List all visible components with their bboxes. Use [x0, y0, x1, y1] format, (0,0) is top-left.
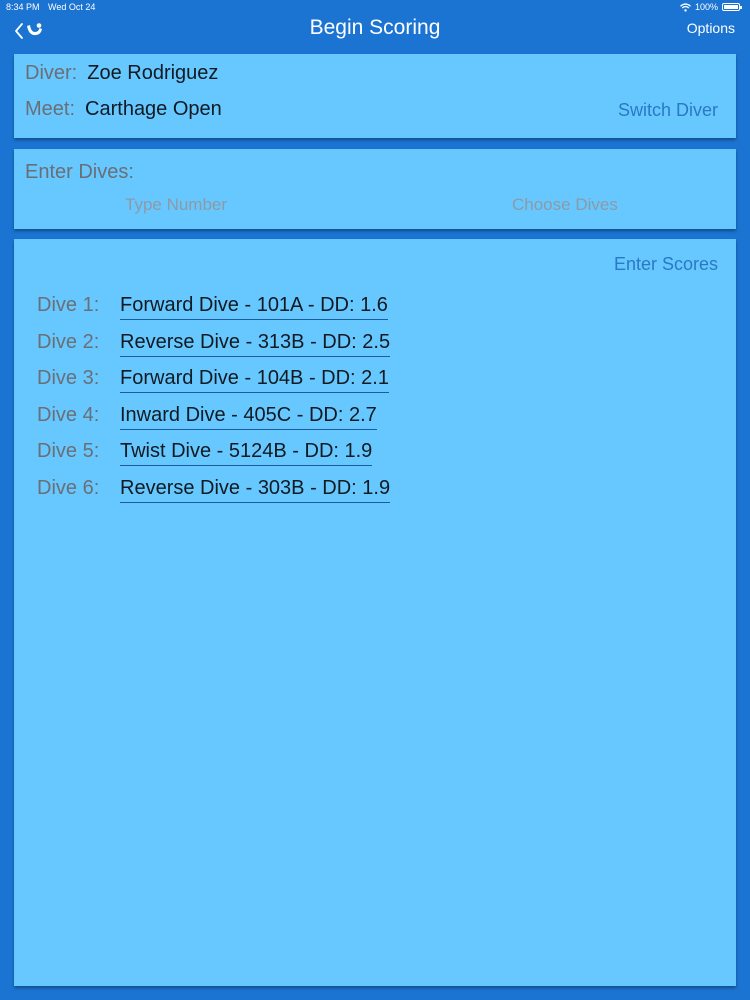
enter-scores-button[interactable]: Enter Scores	[614, 254, 718, 275]
meet-name: Carthage Open	[85, 98, 222, 120]
battery-percent: 100%	[694, 2, 718, 12]
dive-description-link[interactable]: Forward Dive - 101A - DD: 1.6	[120, 294, 388, 320]
enter-dives-label: Enter Dives:	[25, 161, 134, 183]
dive-description-link[interactable]: Forward Dive - 104B - DD: 2.1	[120, 367, 389, 394]
dive-description-link[interactable]: Twist Dive - 5124B - DD: 1.9	[120, 440, 373, 467]
diver-panel: Diver: Zoe Rodriguez Meet: Carthage Open S…	[14, 54, 736, 138]
dive-list: Dive 1: Forward Dive - 101A - DD: 1.6 Di…	[37, 294, 391, 514]
wifi-icon	[680, 2, 691, 12]
switch-diver-button[interactable]: Switch Diver	[618, 100, 718, 121]
status-bar: 8:34 PM Wed Oct 24 100%	[0, 0, 750, 14]
diver-name: Zoe Rodriguez	[87, 62, 219, 84]
dive-number-label: Dive 2:	[37, 330, 100, 353]
status-date: Wed Oct 24	[48, 2, 96, 12]
diver-label: Diver:	[25, 62, 78, 84]
options-button[interactable]: Options	[687, 20, 735, 36]
status-time: 8:34 PM	[6, 2, 40, 12]
dive-row-4: Dive 4: Inward Dive - 405C - DD: 2.7	[37, 404, 390, 441]
dive-number-label: Dive 1:	[37, 294, 100, 316]
page-title: Begin Scoring	[309, 16, 441, 39]
dive-row-2: Dive 2: Reverse Dive - 313B - DD: 2.5	[37, 330, 391, 368]
meet-row: Meet: Carthage Open	[25, 98, 222, 121]
meet-label: Meet:	[25, 98, 76, 120]
dive-description-link[interactable]: Inward Dive - 405C - DD: 2.7	[120, 404, 377, 430]
dive-description-link[interactable]: Reverse Dive - 303B - DD: 1.9	[120, 477, 391, 503]
dive-number-label: Dive 3:	[37, 367, 100, 390]
dive-row-5: Dive 5: Twist Dive - 5124B - DD: 1.9	[37, 440, 390, 477]
dive-row-3: Dive 3: Forward Dive - 104B - DD: 2.1	[37, 367, 390, 404]
navigation-bar: Begin Scoring Options	[0, 14, 750, 50]
status-indicators: 100%	[680, 2, 742, 12]
choose-dives-button[interactable]: Choose Dives	[512, 195, 618, 215]
diver-row: Diver: Zoe Rodriguez	[25, 62, 218, 85]
dive-number-label: Dive 5:	[37, 440, 100, 463]
dive-description-link[interactable]: Reverse Dive - 313B - DD: 2.5	[120, 331, 391, 357]
dive-number-label: Dive 6:	[37, 476, 100, 499]
dive-row-6: Dive 6: Reverse Dive - 303B - DD: 1.9	[37, 476, 391, 514]
dive-number-label: Dive 4:	[37, 403, 100, 426]
enter-dives-panel: Enter Dives: Type Number Choose Dives	[14, 149, 736, 229]
dive-list-panel: Enter Scores Dive 1: Forward Dive - 101A…	[14, 239, 736, 986]
type-number-button[interactable]: Type Number	[125, 195, 227, 215]
dive-row-1: Dive 1: Forward Dive - 101A - DD: 1.6	[37, 294, 390, 331]
battery-icon	[722, 3, 742, 11]
